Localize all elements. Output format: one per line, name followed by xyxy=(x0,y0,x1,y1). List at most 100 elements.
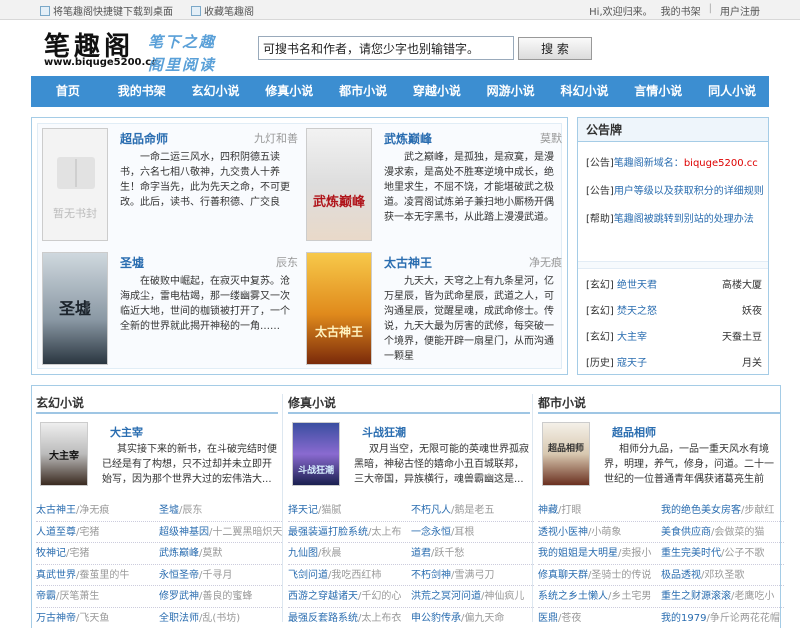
list-item[interactable]: 不朽剑神/雪满弓刀 xyxy=(411,565,534,586)
search-button[interactable]: 搜 索 xyxy=(518,37,592,60)
list-item[interactable]: 重生之财源滚滚/老鹰吃小 xyxy=(661,586,784,607)
table-row: 真武世界/蚕茧里的牛 永恒圣帝/千寻月 xyxy=(36,565,282,586)
list-item[interactable]: 武炼巅峰/莫默 xyxy=(159,543,282,564)
list-item[interactable]: 美食供应商/会做菜的猫 xyxy=(661,522,784,543)
category-title[interactable]: 玄幻小说 xyxy=(36,394,84,411)
list-item[interactable]: 我的姐姐是大明星/卖报小 xyxy=(538,543,661,564)
nav-my-shelf[interactable]: 我的书架 xyxy=(105,76,179,107)
list-item[interactable]: 极品透视/邓玖圣歌 xyxy=(661,565,784,586)
book-title[interactable]: 超品命师 xyxy=(120,130,168,147)
category-book-title[interactable]: 斗战狂潮 xyxy=(362,424,406,440)
notice-title: 公告牌 xyxy=(578,118,768,142)
nav-tongren[interactable]: 同人小说 xyxy=(695,76,769,107)
list-item[interactable]: 申公豹传承/偏九天命 xyxy=(411,608,534,628)
rec-item[interactable]: [玄幻] 大主宰 天蚕土豆 xyxy=(586,328,762,343)
list-item-title: 透视小医神 xyxy=(538,526,588,538)
list-item[interactable]: 最强反套路系统/太上布衣 xyxy=(288,608,411,628)
list-item-title: 超级神基因 xyxy=(159,526,209,538)
hot-book[interactable]: 暂无书封 超品命师 九灯和善 一命二运三风水，四积阴德五读书，六名七相八敬神，九… xyxy=(38,124,302,246)
rec-item[interactable]: [玄幻] 绝世天君 高楼大厦 xyxy=(586,276,762,291)
notice-item[interactable]: [公告]用户等级以及获取积分的详细规则 xyxy=(586,182,764,197)
notice-item[interactable]: [公告]笔趣阁新域名：biquge5200.cc xyxy=(586,154,758,169)
my-shelf-link[interactable]: 我的书架 xyxy=(661,3,701,18)
hot-book[interactable]: 太古神王 太古神王 净无痕 九天大，天穹之上有九条星河，亿万星辰，皆为武命星辰，… xyxy=(302,248,566,370)
category-book-list: 择天记/猫腻 不朽凡人/鹅是老五 最强装逼打脸系统/太上布 一念永恒/耳根 九仙图/秋晨… xyxy=(288,500,534,628)
list-item-author: /蚕茧里的牛 xyxy=(76,569,130,581)
book-author[interactable]: 辰东 xyxy=(276,254,298,270)
list-item[interactable]: 修罗武神/善良的蜜蜂 xyxy=(159,586,282,607)
book-cover[interactable]: 圣墟 xyxy=(42,252,108,365)
bookmark-link[interactable]: 收藏笔趣阁 xyxy=(191,3,254,18)
nav-wangyou[interactable]: 网游小说 xyxy=(474,76,548,107)
nav-xiuzhen[interactable]: 修真小说 xyxy=(252,76,326,107)
list-item[interactable]: 一念永恒/耳根 xyxy=(411,522,534,543)
list-item[interactable]: 系统之乡土懒人/乡土宅男 xyxy=(538,586,661,607)
list-item[interactable]: 我的1979/争斤论两花花帽 xyxy=(661,608,784,628)
category-book-title[interactable]: 超品相师 xyxy=(612,424,656,440)
list-item[interactable]: 我的绝色美女房客/步献红 xyxy=(661,500,784,521)
list-item[interactable]: 道君/跃千愁 xyxy=(411,543,534,564)
list-item[interactable]: 永恒圣帝/千寻月 xyxy=(159,565,282,586)
list-item[interactable]: 不朽凡人/鹅是老五 xyxy=(411,500,534,521)
rec-item[interactable]: [历史] 寇天子 月关 xyxy=(586,354,762,369)
book-author[interactable]: 净无痕 xyxy=(529,254,562,270)
book-title[interactable]: 武炼巅峰 xyxy=(384,130,432,147)
list-item[interactable]: 帝霸/厌笔萧生 xyxy=(36,586,159,607)
book-title[interactable]: 圣墟 xyxy=(120,254,144,271)
list-item[interactable]: 人道至尊/宅猪 xyxy=(36,522,159,543)
list-item[interactable]: 万古神帝/飞天鱼 xyxy=(36,608,159,628)
book-title[interactable]: 太古神王 xyxy=(384,254,432,271)
list-item-title: 九仙图 xyxy=(288,548,318,559)
register-link[interactable]: 用户注册 xyxy=(720,3,760,18)
list-item-title: 重生之财源滚滚 xyxy=(661,591,731,602)
nav-chuanyue[interactable]: 穿越小说 xyxy=(400,76,474,107)
nav-xuanhuan[interactable]: 玄幻小说 xyxy=(179,76,253,107)
list-item[interactable]: 太古神王/净无痕 xyxy=(36,500,159,521)
list-item[interactable]: 重生完美时代/公子不歌 xyxy=(661,543,784,564)
hot-book[interactable]: 武炼巅峰 武炼巅峰 莫默 武之巅峰，是孤独，是寂寞，是漫漫求索，是高处不胜寒逆境… xyxy=(302,124,566,246)
nav-kehuan[interactable]: 科幻小说 xyxy=(548,76,622,107)
list-item[interactable]: 超级神基因/十二翼黑暗炽天 xyxy=(159,522,282,543)
category-title[interactable]: 都市小说 xyxy=(538,394,586,411)
list-item-title: 西游之穿越诸天 xyxy=(288,591,358,602)
nav-dushi[interactable]: 都市小说 xyxy=(326,76,400,107)
list-item[interactable]: 九仙图/秋晨 xyxy=(288,543,411,564)
list-item[interactable]: 洪荒之冥河问道/神仙疯儿 xyxy=(411,586,534,607)
list-item[interactable]: 飞剑问道/我吃西红柿 xyxy=(288,565,411,586)
rec-item[interactable]: [玄幻] 焚天之怒 妖夜 xyxy=(586,302,762,317)
list-item[interactable]: 医鼎/苍夜 xyxy=(538,608,661,628)
list-item[interactable]: 最强装逼打脸系统/太上布 xyxy=(288,522,411,543)
list-item-author: /秋晨 xyxy=(318,548,342,559)
book-cover[interactable]: 武炼巅峰 xyxy=(306,128,372,241)
list-item-title: 申公豹传承 xyxy=(411,612,461,624)
desktop-shortcut-link[interactable]: 将笔趣阁快捷键下载到桌面 xyxy=(40,3,173,18)
list-item[interactable]: 修真聊天群/圣骑士的传说 xyxy=(538,565,661,586)
table-row: 牧神记/宅猪 武炼巅峰/莫默 xyxy=(36,543,282,565)
book-author[interactable]: 莫默 xyxy=(540,130,562,146)
list-item[interactable]: 牧神记/宅猪 xyxy=(36,543,159,564)
book-cover-placeholder[interactable]: 暂无书封 xyxy=(42,128,108,241)
list-item[interactable]: 全职法师/乱(书坊) xyxy=(159,608,282,628)
search-input[interactable] xyxy=(258,36,514,60)
category-title[interactable]: 修真小说 xyxy=(288,394,336,411)
category-book-cover[interactable]: 斗战狂潮 xyxy=(292,422,340,486)
category-book-title[interactable]: 大主宰 xyxy=(110,424,143,440)
nav-home[interactable]: 首页 xyxy=(31,76,105,107)
list-item[interactable]: 神藏/打眼 xyxy=(538,500,661,521)
list-item[interactable]: 择天记/猫腻 xyxy=(288,500,411,521)
list-item[interactable]: 真武世界/蚕茧里的牛 xyxy=(36,565,159,586)
category-book-cover[interactable]: 超品相师 xyxy=(542,422,590,486)
list-item-author: /我吃西红柿 xyxy=(328,569,382,581)
list-item[interactable]: 透视小医神/小萌象 xyxy=(538,522,661,543)
list-item-title: 重生完美时代 xyxy=(661,548,721,559)
header: 笔趣阁 www.biquge5200.cc 笔下之趣 阁里阅读 搜 索 xyxy=(0,21,800,76)
hot-books-panel: 暂无书封 超品命师 九灯和善 一命二运三风水，四积阴德五读书，六名七相八敬神，九… xyxy=(31,117,568,375)
hot-book[interactable]: 圣墟 圣墟 辰东 在破败中崛起，在寂灭中复苏。沧海成尘，雷电枯竭，那一缕幽雾又一… xyxy=(38,248,302,370)
list-item[interactable]: 圣墟/辰东 xyxy=(159,500,282,521)
book-cover[interactable]: 太古神王 xyxy=(306,252,372,365)
notice-item[interactable]: [帮助]笔趣阁被跳转到别站的处理办法 xyxy=(586,210,754,225)
book-author[interactable]: 九灯和善 xyxy=(254,130,298,146)
nav-yanqing[interactable]: 言情小说 xyxy=(621,76,695,107)
list-item[interactable]: 西游之穿越诸天/千幻的心 xyxy=(288,586,411,607)
category-book-cover[interactable]: 大主宰 xyxy=(40,422,88,486)
